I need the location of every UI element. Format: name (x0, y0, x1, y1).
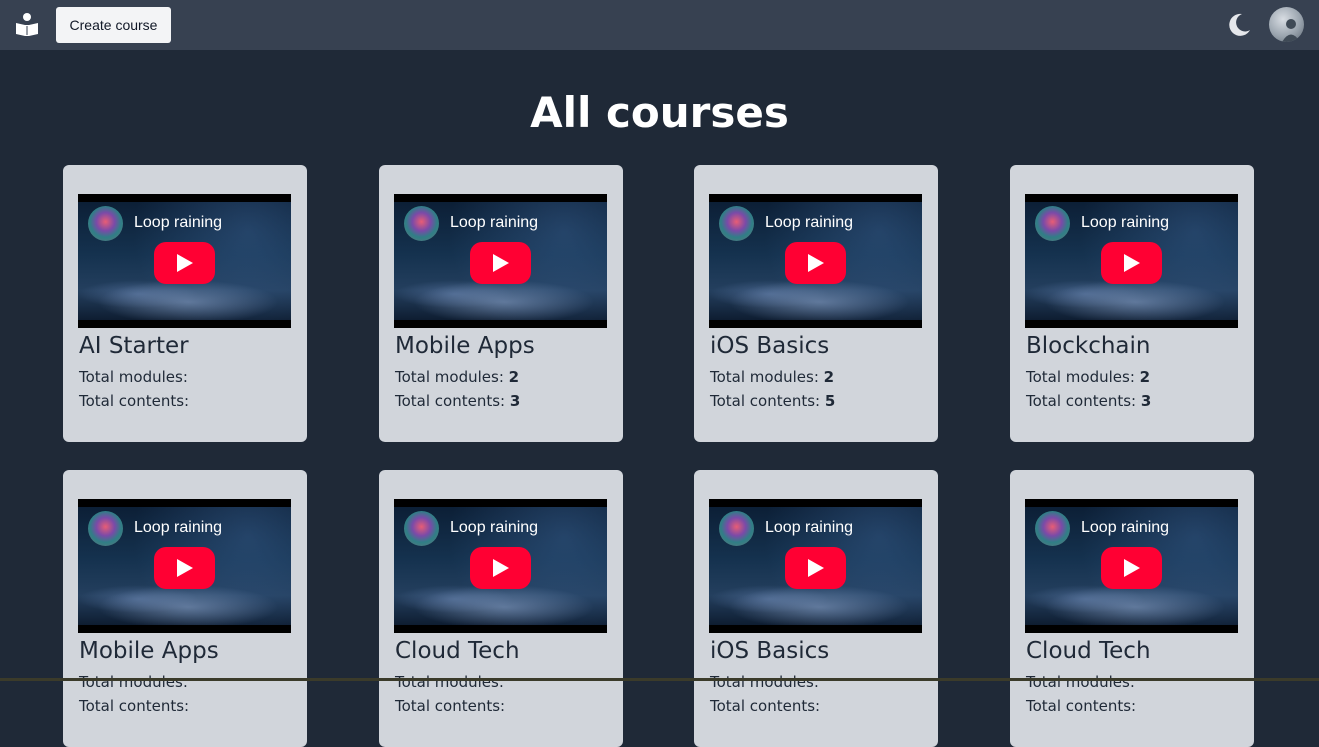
video-title[interactable]: Loop raining (1081, 519, 1169, 537)
video-title[interactable]: Loop raining (1081, 214, 1169, 232)
total-modules: Total modules: (79, 673, 188, 691)
course-card[interactable]: Loop raining Mobile Apps Total modules: 2T… (379, 165, 623, 442)
page-title: All courses (530, 88, 789, 137)
total-contents-label: Total contents: (79, 697, 190, 715)
total-modules: Total modules: (79, 368, 188, 386)
create-course-button[interactable]: Create course (56, 7, 171, 43)
course-title[interactable]: AI Starter (79, 333, 189, 359)
video-embed[interactable]: Loop raining (78, 194, 291, 328)
channel-avatar[interactable] (719, 206, 754, 241)
video-title[interactable]: Loop raining (450, 214, 538, 232)
channel-avatar[interactable] (88, 511, 123, 546)
total-modules-label: Total modules: (710, 673, 819, 691)
total-modules-label: Total modules: (395, 368, 504, 386)
video-embed[interactable]: Loop raining (78, 499, 291, 633)
total-contents-label: Total contents: (710, 697, 821, 715)
moon-icon[interactable] (1226, 12, 1252, 38)
play-icon[interactable] (470, 242, 531, 284)
course-title[interactable]: Mobile Apps (395, 333, 535, 359)
total-contents: Total contents: (79, 697, 189, 715)
total-contents: Total contents: (1026, 697, 1136, 715)
play-icon[interactable] (1101, 547, 1162, 589)
total-modules-label: Total modules: (79, 368, 188, 386)
video-embed[interactable]: Loop raining (394, 499, 607, 633)
channel-avatar[interactable] (1035, 206, 1070, 241)
total-contents: Total contents: 5 (710, 392, 835, 410)
total-contents-label: Total contents: (1026, 697, 1137, 715)
total-contents: Total contents: (395, 697, 505, 715)
top-bar: Create course (0, 0, 1319, 50)
total-modules-label: Total modules: (79, 673, 188, 691)
total-contents: Total contents: 3 (395, 392, 520, 410)
total-contents: Total contents: (79, 392, 189, 410)
course-card[interactable]: Loop raining Blockchain Total modules: 2 To… (1010, 165, 1254, 442)
video-embed[interactable]: Loop raining (709, 194, 922, 328)
play-icon[interactable] (154, 242, 215, 284)
video-embed[interactable]: Loop raining (394, 194, 607, 328)
total-contents-label: Total contents: (395, 392, 506, 410)
total-contents-label: Total contents: (79, 392, 190, 410)
total-modules-label: Total modules: (395, 673, 504, 691)
video-embed[interactable]: Loop raining (709, 499, 922, 633)
total-modules-value: 2 (508, 368, 520, 386)
total-contents-label: Total contents: (395, 697, 506, 715)
channel-avatar[interactable] (719, 511, 754, 546)
total-modules-value: 2 (823, 368, 835, 386)
total-modules: Total modules: 2 (395, 368, 519, 386)
total-modules: Total modules: (710, 673, 819, 691)
play-icon[interactable] (785, 547, 846, 589)
video-title[interactable]: Loop raining (450, 519, 538, 537)
channel-avatar[interactable] (88, 206, 123, 241)
play-icon[interactable] (154, 547, 215, 589)
total-contents-value: 3 (1140, 392, 1152, 410)
video-title[interactable]: Loop raining (765, 519, 853, 537)
course-title[interactable]: Blockchain (1026, 333, 1151, 359)
course-title[interactable]: iOS Basics (710, 333, 829, 359)
video-title[interactable]: Loop raining (134, 519, 222, 537)
total-contents: Total contents: 3 (1026, 392, 1151, 410)
total-modules-label: Total modules: (1026, 368, 1135, 386)
video-embed[interactable]: Loop raining (1025, 194, 1238, 328)
video-title[interactable]: Loop raining (765, 214, 853, 232)
play-icon[interactable] (785, 242, 846, 284)
total-contents-value: 5 (824, 392, 836, 410)
total-modules: Total modules: 2 (710, 368, 834, 386)
channel-avatar[interactable] (404, 511, 439, 546)
reading-person-icon[interactable] (14, 12, 40, 38)
user-avatar[interactable] (1269, 7, 1304, 42)
total-contents-label: Total contents: (1026, 392, 1137, 410)
course-card[interactable]: Loop raining Cloud Tech Total modules: Tot… (1010, 470, 1254, 747)
course-card[interactable]: Loop raining iOS Basics Total modules: 2 To… (694, 165, 938, 442)
total-modules-label: Total modules: (710, 368, 819, 386)
play-icon[interactable] (470, 547, 531, 589)
course-card[interactable]: Loop raining Cloud Tech Total modules: Tot… (379, 470, 623, 747)
total-contents-value: 3 (509, 392, 521, 410)
course-title[interactable]: iOS Basics (710, 638, 829, 664)
total-contents-label: Total contents: (710, 392, 821, 410)
total-modules: Total modules: 2 (1026, 368, 1150, 386)
channel-avatar[interactable] (1035, 511, 1070, 546)
course-title[interactable]: Cloud Tech (395, 638, 520, 664)
course-card[interactable]: Loop raining AI Starter Total modules: Tot… (63, 165, 307, 442)
video-title[interactable]: Loop raining (134, 214, 222, 232)
total-modules: Total modules: (395, 673, 504, 691)
total-modules-value: 2 (1139, 368, 1151, 386)
course-title[interactable]: Mobile Apps (79, 638, 219, 664)
total-modules-label: Total modules: (1026, 673, 1135, 691)
video-embed[interactable]: Loop raining (1025, 499, 1238, 633)
course-card[interactable]: Loop raining iOS Basics Total modules: Tot… (694, 470, 938, 747)
channel-avatar[interactable] (404, 206, 439, 241)
play-icon[interactable] (1101, 242, 1162, 284)
total-modules: Total modules: (1026, 673, 1135, 691)
course-card[interactable]: Loop raining Mobile Apps Total modules: To… (63, 470, 307, 747)
course-title[interactable]: Cloud Tech (1026, 638, 1151, 664)
total-contents: Total contents: (710, 697, 820, 715)
